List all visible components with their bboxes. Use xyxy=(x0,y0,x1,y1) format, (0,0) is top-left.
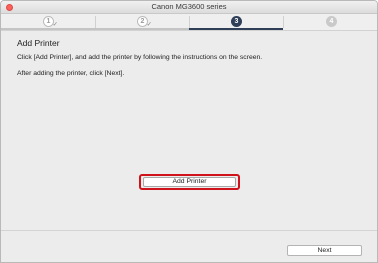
step-3-number: 3 xyxy=(231,16,242,27)
step-2: 2 ✓ xyxy=(95,14,189,30)
title-bar: Canon MG3600 series xyxy=(1,1,377,14)
instruction-text: Click [Add Printer], and add the printer… xyxy=(17,54,263,61)
step-4: 4 xyxy=(283,14,377,30)
installer-window: Canon MG3600 series 1 ✓ 2 ✓ 3 4 Add Prin… xyxy=(0,0,378,263)
step-2-underline xyxy=(95,28,189,30)
page-title: Add Printer xyxy=(17,38,60,48)
step-1-underline xyxy=(1,28,95,30)
step-1: 1 ✓ xyxy=(1,14,95,30)
step-3: 3 xyxy=(189,14,283,30)
step-4-underline xyxy=(283,28,377,30)
next-button[interactable]: Next xyxy=(287,245,362,256)
step-3-underline xyxy=(189,28,283,30)
main-content: Add Printer Click [Add Printer], and add… xyxy=(1,32,377,230)
add-printer-button[interactable]: Add Printer xyxy=(143,177,236,187)
window-title: Canon MG3600 series xyxy=(151,2,227,11)
step-4-number: 4 xyxy=(326,16,337,27)
step-2-check-icon: ✓ xyxy=(146,22,152,28)
step-1-check-icon: ✓ xyxy=(52,22,58,28)
instruction-text-next: After adding the printer, click [Next]. xyxy=(17,70,125,77)
footer: Next xyxy=(1,230,377,262)
step-progress-bar: 1 ✓ 2 ✓ 3 4 xyxy=(1,14,377,31)
